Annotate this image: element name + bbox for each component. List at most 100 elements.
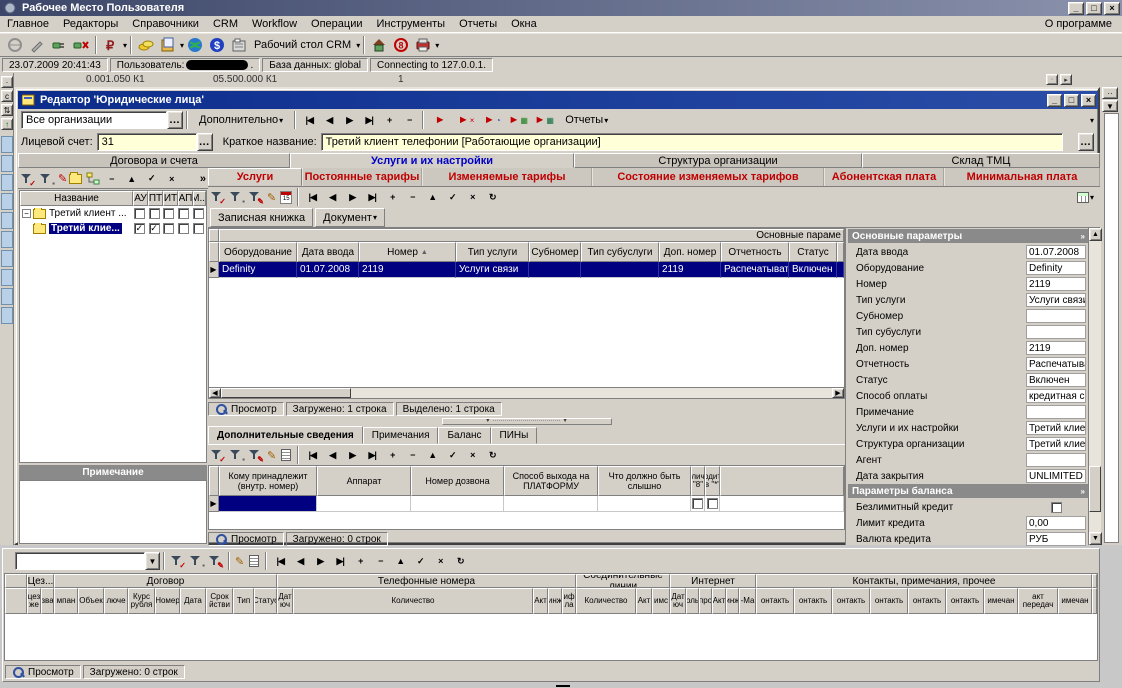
apply-user-icon[interactable]: ►◔ [479,111,505,129]
column-header[interactable]: Тип субуслуги [581,242,659,262]
dropdown-arrow-icon[interactable]: ▾ [373,213,377,222]
checkbox[interactable] [707,498,718,509]
filter-box-icon[interactable]: ▪ [229,190,244,204]
internet-globe-icon[interactable] [187,37,203,53]
reports-button[interactable]: Отчеты▾ [557,110,616,130]
column-header[interactable]: Что должно быть слышно [598,466,691,496]
scroll-thumb[interactable] [1089,466,1101,512]
accept-icon[interactable]: ✓ [442,446,462,464]
tree-column-header[interactable]: Название [20,191,133,206]
organization-browse-button[interactable]: … [167,111,183,129]
tree-column-header[interactable]: АП [178,191,193,206]
subtab-3[interactable]: Изменяемые тарифы [422,168,592,186]
add-icon[interactable]: + [382,188,402,206]
account-browse-button[interactable]: … [197,133,213,151]
menu-item-8[interactable]: Окна [504,17,544,31]
group-header[interactable]: Цез... [27,574,54,588]
add-icon[interactable]: + [382,446,402,464]
column-header[interactable]: имечан [984,588,1018,614]
tab-4[interactable]: Склад ТМЦ [862,153,1100,168]
checkbox[interactable] [178,208,189,219]
subtab-6[interactable]: Минимальная плата [944,168,1100,186]
column-header[interactable]: Акт [636,588,652,614]
cardfile-icon[interactable] [231,37,247,53]
param-field[interactable] [1026,405,1086,419]
param-field[interactable]: 0,00 [1026,516,1086,530]
group-header[interactable]: Соединительные линии [576,574,670,588]
filter-box-icon[interactable]: ▪ [229,448,244,462]
tree-checkbox-cell[interactable] [147,208,162,219]
filter-clear-icon[interactable]: ✎ [208,554,223,568]
group-header[interactable]: Контакты, примечания, прочее [756,574,1092,588]
column-header[interactable]: иф ла [562,588,576,614]
column-header[interactable]: Дат юч [277,588,293,614]
tree-column-header[interactable]: ПТ [148,191,163,206]
printer-icon[interactable] [415,37,431,53]
dropdown-arrow-icon[interactable]: ▾ [356,41,360,50]
last-icon[interactable]: ▶| [362,188,382,206]
dock-mini-button[interactable]: c [1,90,13,102]
dropdown-arrow-icon[interactable]: ▾ [435,41,439,50]
column-header[interactable]: Дат юч [670,588,686,614]
editor-window-maximize-button[interactable]: □ [1064,94,1079,107]
pen-icon[interactable]: ✎ [267,449,276,462]
column-header[interactable]: Количество [293,588,533,614]
scroll-thumb[interactable] [221,388,351,398]
dropdown-arrow-icon[interactable]: ▾ [279,116,283,125]
column-header[interactable]: Объек [78,588,104,614]
scroll-up-button[interactable]: ▲ [1089,228,1102,241]
tree-checkbox-cell[interactable] [191,208,206,219]
scroll-down-button[interactable]: ▼ [1089,532,1102,545]
record-8-icon[interactable]: 8 [393,37,409,53]
column-header[interactable]: Статус [254,588,277,614]
subtab-4[interactable]: Состояние изменяемых тарифов [592,168,824,186]
dock-tab-cell[interactable] [1,174,13,191]
app-icon[interactable] [7,37,23,53]
checkbox[interactable] [149,208,160,219]
column-header[interactable]: мпан [54,588,78,614]
column-header[interactable]: Кому принадлежит (внутр. номер) [219,466,317,496]
checkbox[interactable] [163,223,174,234]
up-icon[interactable]: ▲ [121,170,141,188]
column-header[interactable]: зва [41,588,54,614]
dock-tab-cell[interactable] [1,307,13,324]
next-icon[interactable]: ▶ [342,446,362,464]
document-icon[interactable] [281,449,291,461]
subtab-5[interactable]: Абонентская плата [824,168,944,186]
up-icon[interactable]: ▲ [422,188,442,206]
details-tab-4[interactable]: ПИНы [491,427,538,444]
cancel-icon[interactable]: × [161,170,181,188]
checkbox[interactable] [193,208,204,219]
scroll-right-button[interactable]: ▶ [832,388,844,398]
column-header[interactable]: онтакть [908,588,946,614]
apply-cancel-icon[interactable]: ►× [453,111,479,129]
view-mode-button[interactable]: Просмотр [208,402,284,416]
param-field[interactable] [1026,309,1086,323]
checkbox[interactable] [134,208,145,219]
cell[interactable]: Услуги связи [456,262,529,278]
toolbar-overflow-icon[interactable]: ▾ [1090,116,1094,125]
first-icon[interactable]: |◀ [302,446,322,464]
calendar-icon[interactable]: 15 [280,191,292,204]
tree-checkbox-cell[interactable]: ✓ [132,223,147,234]
tree-column-header[interactable]: М... [193,191,206,206]
prev-icon[interactable]: ◀ [319,111,339,129]
tree-checkbox-cell[interactable]: ✓ [147,223,162,234]
tree-checkbox-cell[interactable] [161,208,176,219]
cell[interactable]: Распечатывать [721,262,789,278]
tree-checkbox-cell[interactable] [132,208,147,219]
column-header[interactable]: Тип услуги [456,242,529,262]
refresh-icon[interactable]: ↻ [450,552,470,570]
dock-mini-button[interactable]: · [1,76,13,88]
internet-globe-button[interactable] [184,35,206,55]
cell[interactable]: 2119 [359,262,456,278]
delete-icon[interactable]: − [402,188,422,206]
details-tab-3[interactable]: Баланс [438,427,490,444]
delete-icon[interactable]: − [101,170,121,188]
cancel-icon[interactable]: × [430,552,450,570]
dropdown-arrow-icon[interactable]: ▾ [604,116,608,125]
dock-tab-cell[interactable] [1,155,13,172]
filter-accept-icon[interactable]: ✓ [210,448,225,462]
pen-icon[interactable]: ✎ [235,555,244,568]
cell[interactable] [504,496,598,512]
